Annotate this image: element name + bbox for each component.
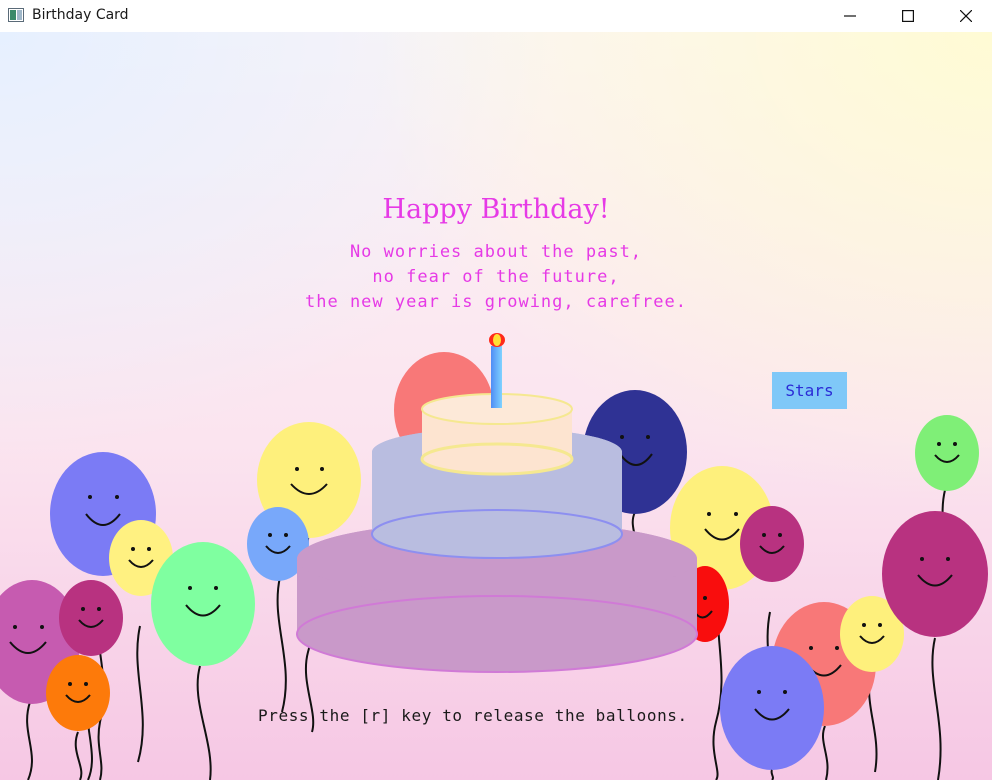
balloon-magenta-right	[882, 511, 988, 637]
card-verse: No worries about the past, no fear of th…	[0, 240, 992, 315]
balloon-strings-bottom	[770, 769, 774, 780]
title-bar: Birthday Card	[0, 0, 992, 32]
verse-line: the new year is growing, carefree.	[305, 292, 687, 312]
maximize-button[interactable]	[879, 0, 937, 32]
balloon-magenta-mid	[740, 506, 804, 582]
balloon-green-left	[151, 542, 255, 666]
window-title: Birthday Card	[32, 7, 129, 23]
maximize-icon	[902, 10, 914, 22]
verse-line: no fear of the future,	[372, 267, 620, 287]
balloon-green-right	[915, 415, 979, 491]
card-canvas: Happy Birthday! No worries about the pas…	[0, 32, 992, 780]
minimize-icon	[844, 15, 856, 17]
balloon-orange	[46, 655, 110, 731]
minimize-button[interactable]	[821, 0, 879, 32]
close-icon	[960, 10, 972, 22]
close-button[interactable]	[937, 0, 992, 32]
verse-line: No worries about the past,	[349, 242, 643, 262]
card-heading: Happy Birthday!	[382, 194, 610, 225]
stars-button[interactable]: Stars	[772, 372, 847, 409]
app-icon	[8, 8, 24, 22]
balloon-blue-bottom	[720, 646, 824, 770]
balloon-magenta-left	[59, 580, 123, 656]
hint-text: Press the [r] key to release the balloon…	[258, 706, 688, 725]
